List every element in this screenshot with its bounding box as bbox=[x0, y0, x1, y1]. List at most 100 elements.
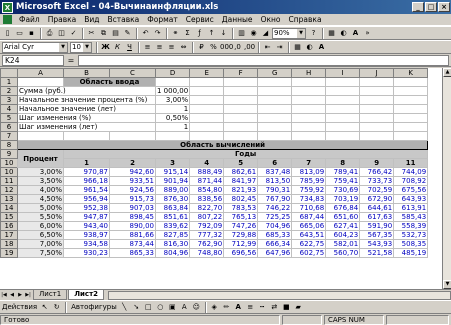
value-cell[interactable]: 617,63 bbox=[359, 212, 395, 222]
step-yr-value[interactable]: 1 bbox=[154, 122, 191, 132]
free-rotate-icon[interactable]: ↻ bbox=[51, 302, 62, 313]
select-objects-icon[interactable]: ↖ bbox=[39, 302, 50, 313]
row-header[interactable]: 5 bbox=[0, 113, 18, 123]
fill-color-icon[interactable]: ◐ bbox=[338, 28, 349, 39]
align-left-icon[interactable]: ≡ bbox=[142, 42, 153, 53]
3d-icon[interactable]: ▰ bbox=[293, 302, 304, 313]
fill-color-draw-icon[interactable]: ◈ bbox=[209, 302, 220, 313]
value-cell[interactable]: 613,91 bbox=[393, 203, 429, 213]
step-pct-value[interactable]: 0,50% bbox=[154, 113, 191, 123]
value-cell[interactable]: 485,19 bbox=[393, 248, 429, 258]
value-cell[interactable]: 933,51 bbox=[109, 176, 156, 186]
decrease-decimal-icon[interactable]: ,00 bbox=[244, 42, 255, 53]
value-cell[interactable]: 907,03 bbox=[109, 203, 156, 213]
line-color-icon[interactable]: ✏ bbox=[221, 302, 232, 313]
row-header[interactable]: 11 bbox=[0, 176, 18, 186]
name-box[interactable]: K24 bbox=[2, 54, 64, 66]
column-header[interactable]: E bbox=[189, 68, 225, 78]
redo-icon[interactable]: ↷ bbox=[152, 28, 163, 39]
value-cell[interactable]: 558,39 bbox=[393, 221, 429, 231]
first-sheet-icon[interactable]: |◀ bbox=[0, 291, 8, 300]
value-cell[interactable]: 672,90 bbox=[359, 194, 395, 204]
more-buttons-icon[interactable]: » bbox=[362, 28, 373, 39]
line-style-icon[interactable]: ≡ bbox=[245, 302, 256, 313]
value-cell[interactable]: 838,56 bbox=[189, 194, 225, 204]
hyperlink-icon[interactable]: ⚭ bbox=[170, 28, 181, 39]
value-cell[interactable]: 582,01 bbox=[325, 239, 361, 249]
last-sheet-icon[interactable]: ▶| bbox=[24, 291, 32, 300]
formula-equals-icon[interactable]: = bbox=[64, 56, 78, 65]
textbox-icon[interactable]: ▣ bbox=[167, 302, 178, 313]
row-header[interactable]: 17 bbox=[0, 230, 18, 240]
value-cell[interactable]: 622,75 bbox=[291, 239, 327, 249]
value-cell[interactable]: 890,00 bbox=[109, 221, 156, 231]
borders-dropdown-icon[interactable]: ▦ bbox=[292, 42, 303, 53]
value-cell[interactable]: 942,60 bbox=[109, 167, 156, 177]
merge-center-icon[interactable]: ⇔ bbox=[178, 42, 189, 53]
value-cell[interactable]: 851,61 bbox=[154, 212, 191, 222]
arrow-icon[interactable]: ➘ bbox=[131, 302, 142, 313]
percent-cell[interactable]: 4,00% bbox=[17, 185, 64, 195]
next-sheet-icon[interactable]: ▶ bbox=[16, 291, 24, 300]
row-header[interactable]: 18 bbox=[0, 239, 18, 249]
column-header[interactable]: A bbox=[17, 68, 64, 78]
value-cell[interactable]: 889,00 bbox=[154, 185, 191, 195]
value-cell[interactable]: 952,38 bbox=[63, 203, 110, 213]
percent-cell[interactable]: 3,00% bbox=[17, 167, 64, 177]
percent-cell[interactable]: 7,50% bbox=[17, 248, 64, 258]
value-cell[interactable]: 734,83 bbox=[291, 194, 327, 204]
value-cell[interactable]: 938,97 bbox=[63, 230, 110, 240]
row-header[interactable]: 6 bbox=[0, 122, 18, 132]
value-cell[interactable]: 947,87 bbox=[63, 212, 110, 222]
maximize-button[interactable]: □ bbox=[425, 2, 437, 12]
value-cell[interactable]: 970,87 bbox=[63, 167, 110, 177]
value-cell[interactable]: 807,22 bbox=[189, 212, 225, 222]
value-cell[interactable]: 643,93 bbox=[393, 194, 429, 204]
autoshapes-menu[interactable]: Автофигуры bbox=[69, 303, 119, 311]
value-cell[interactable]: 841,97 bbox=[223, 176, 259, 186]
dash-style-icon[interactable]: ┅ bbox=[257, 302, 268, 313]
value-cell[interactable]: 647,96 bbox=[257, 248, 293, 258]
column-header[interactable]: I bbox=[325, 68, 361, 78]
value-cell[interactable]: 602,75 bbox=[291, 248, 327, 258]
value-cell[interactable]: 627,41 bbox=[325, 221, 361, 231]
row-header[interactable]: 12 bbox=[0, 185, 18, 195]
term-value[interactable]: 1 bbox=[154, 104, 191, 114]
value-cell[interactable]: 685,33 bbox=[257, 230, 293, 240]
value-cell[interactable]: 792,09 bbox=[189, 221, 225, 231]
value-cell[interactable]: 865,33 bbox=[109, 248, 156, 258]
value-cell[interactable]: 956,94 bbox=[63, 194, 110, 204]
percent-cell[interactable]: 3,50% bbox=[17, 176, 64, 186]
percent-icon[interactable]: % bbox=[208, 42, 219, 53]
autosum-icon[interactable]: Σ bbox=[182, 28, 193, 39]
arrow-style-icon[interactable]: ⇄ bbox=[269, 302, 280, 313]
row-header[interactable]: 16 bbox=[0, 221, 18, 231]
spelling-icon[interactable]: ✓ bbox=[68, 28, 79, 39]
column-header[interactable]: C bbox=[109, 68, 156, 78]
percent-cell[interactable]: 4,50% bbox=[17, 194, 64, 204]
row-header[interactable]: 13 bbox=[0, 194, 18, 204]
value-cell[interactable]: 839,62 bbox=[154, 221, 191, 231]
value-cell[interactable]: 733,73 bbox=[359, 176, 395, 186]
value-cell[interactable]: 532,73 bbox=[393, 230, 429, 240]
value-cell[interactable]: 759,41 bbox=[325, 176, 361, 186]
rectangle-icon[interactable]: □ bbox=[143, 302, 154, 313]
close-button[interactable]: × bbox=[438, 2, 450, 12]
value-cell[interactable]: 813,09 bbox=[291, 167, 327, 177]
value-cell[interactable]: 585,43 bbox=[393, 212, 429, 222]
prev-sheet-icon[interactable]: ◀ bbox=[8, 291, 16, 300]
font-name-select[interactable]: Arial Cyr bbox=[2, 41, 68, 53]
underline-icon[interactable]: Ч bbox=[124, 42, 135, 53]
preview-icon[interactable]: ◫ bbox=[56, 28, 67, 39]
value-cell[interactable]: 748,80 bbox=[189, 248, 225, 258]
value-cell[interactable]: 708,92 bbox=[393, 176, 429, 186]
font-color-icon[interactable]: A bbox=[350, 28, 361, 39]
wordart-icon[interactable]: A bbox=[179, 302, 190, 313]
value-cell[interactable]: 822,70 bbox=[189, 203, 225, 213]
value-cell[interactable]: 888,49 bbox=[189, 167, 225, 177]
value-cell[interactable]: 765,13 bbox=[223, 212, 259, 222]
save-icon[interactable]: ▪ bbox=[26, 28, 37, 39]
column-header[interactable]: K bbox=[393, 68, 429, 78]
minimize-button[interactable]: _ bbox=[412, 2, 424, 12]
sheet-tab[interactable]: Лист1 bbox=[33, 290, 68, 300]
